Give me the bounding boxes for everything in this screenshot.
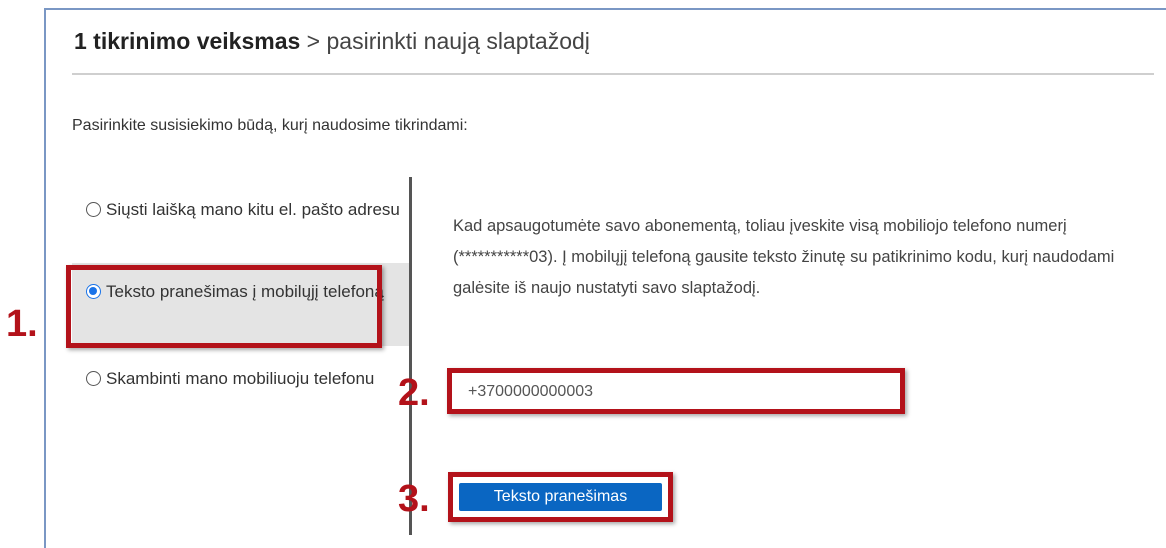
step-title: 1 tikrinimo veiksmas	[74, 28, 301, 54]
divider	[72, 73, 1154, 75]
radio-email[interactable]	[86, 202, 101, 217]
highlight-box-1	[66, 265, 382, 348]
step-subtitle: > pasirinkti naują slaptažodį	[300, 28, 590, 54]
description-text: Kad apsaugotumėte savo abonementą, tolia…	[453, 217, 1115, 297]
send-sms-button[interactable]: Teksto pranešimas	[459, 483, 662, 511]
annotation-step-1: 1.	[6, 303, 38, 345]
annotation-step-3: 3.	[398, 478, 430, 520]
instruction-text: Pasirinkite susisiekimo būdą, kurį naudo…	[72, 117, 468, 134]
phone-input[interactable]: +3700000000003	[447, 368, 905, 414]
highlight-box-3: Teksto pranešimas	[448, 472, 673, 522]
radio-call[interactable]	[86, 371, 101, 386]
option-call-label: Skambinti mano mobiliuoju telefonu	[106, 369, 375, 388]
page-title: 1 tikrinimo veiksmas > pasirinkti naują …	[74, 28, 590, 55]
option-email-label: Siųsti laišką mano kitu el. pašto adresu	[106, 200, 400, 219]
option-email[interactable]: Siųsti laišką mano kitu el. pašto adresu	[72, 195, 409, 225]
phone-input-value: +3700000000003	[468, 383, 594, 400]
option-call[interactable]: Skambinti mano mobiliuoju telefonu	[72, 364, 409, 394]
annotation-step-2: 2.	[398, 372, 430, 414]
